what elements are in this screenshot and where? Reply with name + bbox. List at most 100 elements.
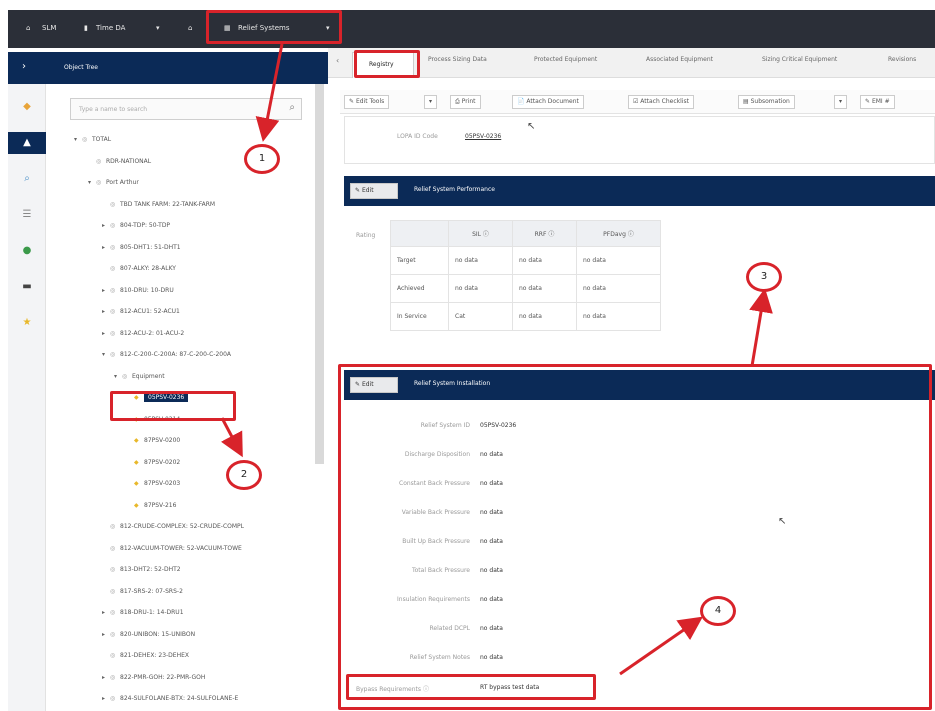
attach-document-button[interactable]: 📄 Attach Document (512, 95, 584, 109)
shield-icon: ◆ (134, 437, 139, 444)
tab-sizing-critical-equipment[interactable]: Sizing Critical Equipment (762, 56, 837, 63)
tree-item[interactable]: ◎ 812-CRUDE-COMPLEX: 52-CRUDE-COMPL (102, 523, 244, 537)
tree-item[interactable]: ◆ 87PSV-216 (126, 502, 176, 516)
app-label[interactable]: SLM (42, 24, 56, 32)
minus-icon[interactable]: ▬ (8, 276, 46, 298)
tree-item-label: 824-SULFOLANE-BTX: 24-SULFOLANE-E (120, 695, 239, 702)
tree-toggle-icon[interactable]: ▸ (102, 287, 110, 294)
tree-toggle-icon[interactable]: ▸ (102, 631, 110, 638)
tab-protected-equipment[interactable]: Protected Equipment (534, 56, 597, 63)
performance-edit-button[interactable]: ✎ Edit (350, 183, 398, 199)
tree-icon[interactable]: ▲ (8, 132, 46, 154)
tree-toggle-icon[interactable]: ▸ (102, 244, 110, 251)
table-row: In Service Cat no data no data (390, 302, 661, 331)
tree-item-label: 812-C-200-C-200A: 87-C-200-C-200A (120, 351, 232, 358)
tree-toggle-icon[interactable]: ▾ (102, 351, 110, 358)
tree-item-label: TBD TANK FARM: 22-TANK-FARM (120, 200, 216, 208)
top-bar: ⌂ SLM ▮ Time DA ▾ ⌂ ▦ Relief Systems ▾ (8, 10, 935, 48)
tree-item-label: 812-VACUUM-TOWER: 52-VACUUM-TOWE (120, 544, 242, 552)
emi-button[interactable]: ✎ EMI # (860, 95, 895, 109)
tree-item[interactable]: ▾ ◎ Equipment (114, 373, 165, 387)
tree-item[interactable]: ◆ 87PSV-0200 (126, 437, 180, 451)
tree-item[interactable]: ◎ 812-VACUUM-TOWER: 52-VACUUM-TOWE (102, 545, 242, 559)
tree-item[interactable]: ◆ 87PSV-0203 (126, 480, 180, 494)
tree-toggle-icon[interactable]: ▾ (114, 373, 122, 380)
tree-item[interactable]: ▸ ◎ 818-DRU-1: 14-DRU1 (102, 609, 184, 623)
lopa-value[interactable]: 05PSV-0236 (465, 133, 501, 140)
table-row: Achieved no data no data no data (390, 274, 661, 303)
chevron-down-icon[interactable]: ▾ (156, 24, 160, 32)
tree-item[interactable]: ◎ 821-DEHEX: 23-DEHEX (102, 652, 189, 666)
tree-item-label: RDR-NATIONAL (106, 157, 152, 165)
tab-process-sizing-data[interactable]: Process Sizing Data (428, 56, 487, 63)
performance-title: Relief System Performance (414, 186, 495, 193)
home-icon[interactable]: ⌂ (188, 24, 192, 32)
tree-toggle-icon[interactable]: ▸ (102, 330, 110, 337)
tree-toggle-icon[interactable]: ▸ (102, 674, 110, 681)
tree-item[interactable]: ◎ 817-SRS-2: 07-SRS-2 (102, 588, 183, 602)
hierarchy-icon[interactable]: ☰ (8, 204, 46, 226)
node-icon: ◎ (96, 179, 102, 186)
node-icon: ◎ (110, 544, 116, 552)
edit-tools-button[interactable]: ✎ Edit Tools (344, 95, 390, 109)
tree-item[interactable]: ◆ 87PSV-0202 (126, 459, 180, 473)
attach-checklist-button[interactable]: ☑ Attach Checklist (628, 95, 694, 109)
tab-scroll-left-icon[interactable]: ‹ (336, 56, 339, 65)
tree-item[interactable]: ▾ ◎ Port Arthur (88, 179, 139, 193)
rating-label: Rating (356, 232, 376, 239)
globe-icon[interactable]: ● (8, 240, 46, 262)
performance-header: ✎ Edit Relief System Performance (344, 176, 935, 206)
tree-item-label: Port Arthur (106, 179, 139, 186)
tree-item[interactable]: ▾ ◎ 812-C-200-C-200A: 87-C-200-C-200A (102, 351, 231, 365)
tree-item[interactable]: ◎ TBD TANK FARM: 22-TANK-FARM (102, 201, 215, 215)
callout-4: 4 (700, 596, 736, 626)
node-icon: ◎ (110, 243, 116, 251)
tree-item[interactable]: ▸ ◎ 812-ACU1: 52-ACU1 (102, 308, 180, 322)
tree-toggle-icon[interactable]: ▾ (74, 136, 82, 143)
tree-item[interactable]: ▸ ◎ 812-ACU-2: 01-ACU-2 (102, 330, 184, 344)
edit-tools-dropdown[interactable]: ▾ (424, 95, 438, 109)
magnifier-icon[interactable]: ⌕ (289, 102, 295, 113)
tree-item-label: 821-DEHEX: 23-DEHEX (120, 652, 189, 659)
tree-toggle-icon[interactable]: ▾ (88, 179, 96, 186)
tree-item[interactable]: ◎ 807-ALKY: 28-ALKY (102, 265, 176, 279)
node-icon: ◎ (110, 630, 116, 638)
app-home-icon[interactable]: ⌂ (26, 24, 30, 32)
node-icon: ◎ (110, 265, 116, 272)
subsomation-button[interactable]: ▤ Subsomation (738, 95, 795, 109)
tree-item[interactable]: ▸ ◎ 820-UNIBON: 15-UNIBON (102, 631, 195, 645)
tree-item-label: 87PSV-0202 (144, 458, 181, 466)
tree-item[interactable]: ▸ ◎ 822-PMR-GOH: 22-PMR-GOH (102, 674, 205, 688)
chevron-right-icon[interactable]: › (22, 61, 26, 72)
tree-search[interactable]: Type a name to search ⌕ (70, 98, 302, 120)
shield-icon: ◆ (134, 501, 139, 509)
tree-item-label: 812-CRUDE-COMPLEX: 52-CRUDE-COMPL (120, 523, 244, 530)
tree-toggle-icon[interactable]: ▸ (102, 695, 110, 702)
tree-item[interactable]: ▾ ◎ TOTAL (74, 136, 111, 150)
cube-icon[interactable]: ◆ (8, 96, 46, 118)
tab-associated-equipment[interactable]: Associated Equipment (646, 56, 713, 63)
tree-toggle-icon[interactable]: ▸ (102, 222, 110, 229)
tree-item[interactable]: ◎ 813-DHT2: 52-DHT2 (102, 566, 181, 580)
tree-item[interactable]: ▸ ◎ 804-TDP: 50-TDP (102, 222, 170, 236)
print-button[interactable]: ⎙ Print (450, 95, 481, 109)
search-icon[interactable]: ⌕ (8, 168, 46, 190)
tree-toggle-icon[interactable]: ▸ (102, 609, 110, 616)
node-icon: ◎ (110, 695, 116, 702)
node-icon: ◎ (110, 200, 116, 208)
tree-toggle-icon[interactable]: ▸ (102, 308, 110, 315)
tree-item-label: 820-UNIBON: 15-UNIBON (120, 630, 196, 638)
star-icon[interactable]: ★ (8, 312, 46, 334)
tab-revisions[interactable]: Revisions (888, 56, 916, 63)
table-corner-cell (390, 220, 449, 247)
subsomation-dropdown[interactable]: ▾ (834, 95, 848, 109)
tree-item[interactable]: ◎ RDR-NATIONAL (88, 158, 151, 172)
node-icon: ◎ (110, 329, 116, 337)
tree-item[interactable]: ▸ ◎ 810-DRU: 10-DRU (102, 287, 174, 301)
tree-item[interactable]: ▸ ◎ 824-SULFOLANE-BTX: 24-SULFOLANE-E (102, 695, 238, 709)
project-label[interactable]: Time DA (96, 24, 125, 32)
tree-scrollbar[interactable] (315, 84, 324, 464)
tree-item-label: 805-DHT1: 51-DHT1 (120, 243, 181, 251)
tree-item[interactable]: ▸ ◎ 805-DHT1: 51-DHT1 (102, 244, 181, 258)
node-icon: ◎ (110, 652, 116, 659)
